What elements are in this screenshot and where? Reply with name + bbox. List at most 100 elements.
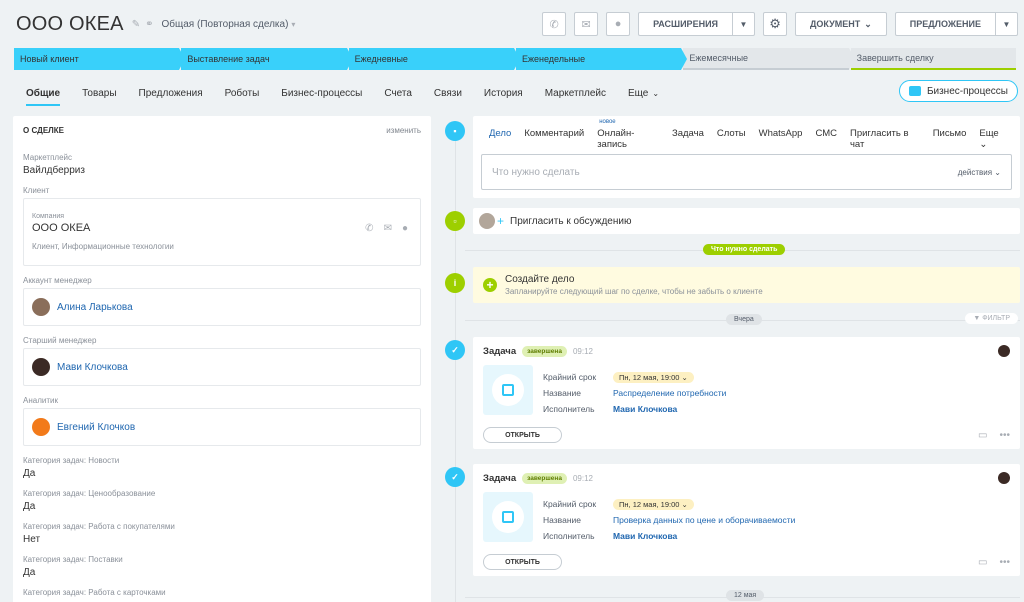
chevron-down-icon[interactable]: ▼ (732, 13, 754, 35)
activity-tab-sms[interactable]: СМС (815, 128, 837, 150)
open-task-button[interactable]: ОТКРЫТЬ (483, 427, 562, 443)
field-label: Категория задач: Новости (23, 456, 120, 465)
note-icon[interactable]: ▭ (978, 430, 987, 441)
category-select[interactable]: Общая (Повторная сделка) ▾ (162, 19, 296, 30)
activity-tab-slots[interactable]: Слоты (717, 128, 746, 150)
activity-tab-email[interactable]: Письмо (933, 128, 967, 150)
activity-tab-deal[interactable]: Дело (489, 128, 511, 150)
activity-tab-booking[interactable]: новое Онлайн-запись (597, 119, 659, 150)
actions-dropdown[interactable]: действия ⌄ (958, 168, 1001, 177)
status-badge: завершена (522, 473, 567, 484)
account-manager-name[interactable]: Алина Ларькова (57, 302, 133, 313)
tab-business-processes[interactable]: Бизнес-процессы (281, 78, 362, 108)
field-label: Категория задач: Поставки (23, 555, 123, 564)
more-icon[interactable]: ••• (999, 430, 1010, 441)
chevron-down-icon: ⌄ (979, 139, 988, 150)
analyst-card: Евгений Клочков (23, 408, 421, 446)
chat-icon: ▪ (445, 121, 465, 141)
task-name-link[interactable]: Распределение потребности (613, 388, 726, 398)
create-todo-card[interactable]: + Создайте дело Запланируйте следующий ш… (473, 267, 1020, 303)
tab-robots[interactable]: Роботы (225, 78, 260, 108)
skype-icon[interactable]: ● (402, 223, 408, 234)
field-value: Да (23, 468, 36, 479)
field-label: Категория задач: Ценообразование (23, 489, 156, 498)
deadline-badge[interactable]: Пн, 12 мая, 19:00 ⌄ (613, 371, 694, 383)
offer-button[interactable]: ПРЕДЛОЖЕНИЕ ▼ (894, 12, 1018, 36)
stage-weekly[interactable]: Еженедельные (515, 48, 688, 70)
company-small-label: Компания (32, 213, 65, 220)
field-value: Да (23, 567, 36, 578)
mail-button[interactable]: ✉ (574, 12, 599, 36)
filter-button[interactable]: ▼ ФИЛЬТР (965, 313, 1018, 324)
skype-button[interactable]: ● (606, 12, 631, 36)
mail-icon[interactable]: ✉ (384, 223, 392, 234)
task-name-link[interactable]: Проверка данных по цене и оборачиваемост… (613, 515, 795, 525)
company-name[interactable]: ООО ОКЕА (32, 222, 412, 234)
stage-daily[interactable]: Ежедневные (348, 48, 521, 70)
stage-task-setting[interactable]: Выставление задач (181, 48, 353, 70)
tab-marketplace[interactable]: Маркетплейс (545, 78, 606, 108)
status-badge: завершена (522, 346, 567, 357)
phone-button[interactable]: ✆ (542, 12, 567, 36)
tab-links[interactable]: Связи (434, 78, 462, 108)
account-manager-label: Аккаунт менеджер (23, 276, 92, 285)
date-divider-12may: 12 мая (726, 590, 765, 601)
activity-tab-task[interactable]: Задача (672, 128, 704, 150)
tab-general[interactable]: Общие (26, 78, 61, 108)
senior-manager-name[interactable]: Мави Клочкова (57, 362, 128, 373)
marketplace-label: Маркетплейс (23, 153, 73, 162)
change-link[interactable]: изменить (386, 126, 421, 135)
activity-tab-more[interactable]: Еще ⌄ (979, 128, 1007, 150)
activity-tab-comment[interactable]: Комментарий (524, 128, 584, 150)
executor-link[interactable]: Мави Клочкова (613, 404, 677, 414)
document-label: ДОКУМЕНТ (810, 19, 861, 29)
offer-label: ПРЕДЛОЖЕНИЕ (909, 19, 981, 29)
avatar (998, 472, 1010, 484)
extensions-label: РАСШИРЕНИЯ (653, 19, 719, 29)
analyst-name[interactable]: Евгений Клочков (57, 422, 135, 433)
document-button[interactable]: ДОКУМЕНТ ⌄ (795, 12, 887, 36)
stage-bar: Новый клиент Выставление задач Ежедневны… (14, 48, 1018, 70)
phone-icon[interactable]: ✆ (365, 223, 373, 234)
task-icon: ✓ (445, 340, 465, 360)
deal-info-panel: О СДЕЛКЕ изменить Маркетплейс Вайлдберри… (13, 116, 431, 602)
more-icon[interactable]: ••• (999, 557, 1010, 568)
link-icon[interactable]: ⚭ (145, 19, 153, 30)
tab-products[interactable]: Товары (82, 78, 116, 108)
avatar (479, 213, 495, 229)
skype-icon: ● (614, 18, 622, 30)
task-time: 09:12 (572, 347, 593, 356)
todo-title: Создайте дело (505, 274, 575, 285)
stage-finish-deal[interactable]: Завершить сделку (850, 48, 1016, 70)
task-title: Задача (483, 473, 517, 484)
task-type-icon (483, 492, 533, 542)
stage-monthly[interactable]: Ежемесячные (683, 48, 855, 70)
plus-icon: + (483, 278, 497, 292)
stage-new-client[interactable]: Новый клиент (14, 48, 186, 70)
settings-button[interactable]: ⚙ (763, 12, 788, 36)
tab-invoices[interactable]: Счета (384, 78, 412, 108)
business-processes-button[interactable]: Бизнес-процессы (898, 80, 1018, 102)
open-task-button[interactable]: ОТКРЫТЬ (483, 554, 562, 570)
field-label: Категория задач: Работа с покупателями (23, 522, 175, 531)
executor-link[interactable]: Мави Клочкова (613, 531, 677, 541)
deadline-badge[interactable]: Пн, 12 мая, 19:00 ⌄ (613, 498, 694, 510)
chevron-down-icon: ⌄ (864, 18, 872, 29)
account-manager-card: Алина Ларькова (23, 288, 421, 326)
activity-input[interactable]: Что нужно сделать действия ⌄ (481, 154, 1012, 190)
category-label: Общая (Повторная сделка) (161, 18, 289, 30)
task-icon: ✓ (445, 467, 465, 487)
invite-discussion[interactable]: + Пригласить к обсуждению (473, 208, 1020, 234)
tab-more[interactable]: Еще ⌄ (628, 78, 659, 108)
mail-icon: ✉ (581, 18, 591, 31)
edit-icon[interactable]: ✎ (132, 19, 140, 30)
deal-tabs: Общие Товары Предложения Роботы Бизнес-п… (0, 78, 1024, 108)
chevron-down-icon[interactable]: ▼ (995, 13, 1017, 35)
note-icon[interactable]: ▭ (978, 557, 987, 568)
activity-tab-invite-chat[interactable]: Пригласить в чат (850, 128, 920, 150)
new-badge: новое (599, 119, 616, 125)
activity-tab-whatsapp[interactable]: WhatsApp (759, 128, 803, 150)
tab-offers[interactable]: Предложения (139, 78, 203, 108)
extensions-button[interactable]: РАСШИРЕНИЯ ▼ (638, 12, 756, 36)
tab-history[interactable]: История (484, 78, 523, 108)
